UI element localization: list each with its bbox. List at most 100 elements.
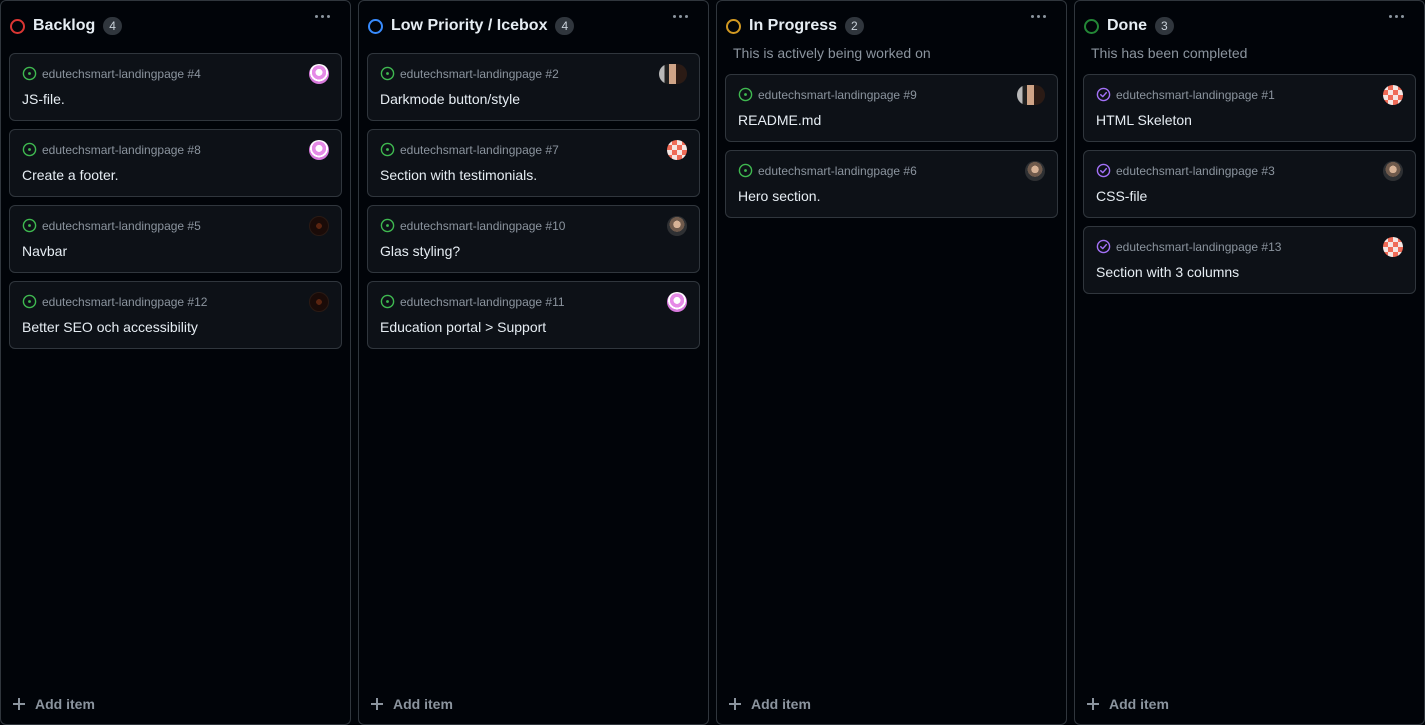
card-title[interactable]: README.md: [738, 112, 821, 128]
issue-card[interactable]: edutechsmart-landingpage #11 Education po…: [367, 281, 700, 349]
issue-card[interactable]: edutechsmart-landingpage #9 README.md: [725, 74, 1058, 142]
card-meta: edutechsmart-landingpage #5: [22, 218, 201, 233]
issue-card[interactable]: edutechsmart-landingpage #8 Create a foot…: [9, 129, 342, 197]
column-menu-icon[interactable]: [310, 9, 334, 23]
card-title[interactable]: Navbar: [22, 243, 67, 259]
issue-open-icon: [22, 294, 37, 309]
column-description: This is actively being worked on: [733, 45, 931, 61]
assignee-avatar[interactable]: [309, 216, 329, 236]
card-title[interactable]: Education portal > Support: [380, 319, 546, 335]
issue-card[interactable]: edutechsmart-landingpage #2 Darkmode butt…: [367, 53, 700, 121]
issue-card[interactable]: edutechsmart-landingpage #7 Section with …: [367, 129, 700, 197]
card-title[interactable]: Glas styling?: [380, 243, 460, 259]
status-icon: [10, 18, 25, 34]
assignee-avatar[interactable]: [1017, 85, 1045, 105]
issue-card[interactable]: edutechsmart-landingpage #6 Hero section.: [725, 150, 1058, 218]
card-repo-link[interactable]: edutechsmart-landingpage #6: [758, 164, 917, 178]
card-repo-link[interactable]: edutechsmart-landingpage #12: [42, 295, 207, 309]
item-count-badge: 2: [845, 17, 864, 35]
card-repo-link[interactable]: edutechsmart-landingpage #7: [400, 143, 559, 157]
card-title[interactable]: JS-file.: [22, 91, 65, 107]
card-repo-link[interactable]: edutechsmart-landingpage #8: [42, 143, 201, 157]
card-meta: edutechsmart-landingpage #1: [1096, 87, 1275, 102]
assignee-avatar[interactable]: [309, 140, 329, 160]
plus-icon: [1087, 698, 1099, 710]
card-repo-link[interactable]: edutechsmart-landingpage #1: [1116, 88, 1275, 102]
card-meta: edutechsmart-landingpage #12: [22, 294, 207, 309]
status-icon: [368, 18, 383, 34]
column-title: Done: [1107, 17, 1147, 34]
issue-card[interactable]: edutechsmart-landingpage #10 Glas styling…: [367, 205, 700, 273]
card-list: edutechsmart-landingpage #4 JS-file. edute…: [9, 53, 342, 357]
card-repo-link[interactable]: edutechsmart-landingpage #4: [42, 67, 201, 81]
assignee-avatar[interactable]: [1383, 85, 1403, 105]
plus-icon: [371, 698, 383, 710]
card-title[interactable]: Section with 3 columns: [1096, 264, 1239, 280]
issue-open-icon: [380, 294, 395, 309]
issue-open-icon: [380, 66, 395, 81]
card-repo-link[interactable]: edutechsmart-landingpage #3: [1116, 164, 1275, 178]
column-header: Done 3: [1083, 15, 1416, 37]
assignee-avatar[interactable]: [1025, 161, 1045, 181]
issue-card[interactable]: edutechsmart-landingpage #3 CSS-file: [1083, 150, 1416, 218]
assignee-avatar[interactable]: [667, 216, 687, 236]
card-list: edutechsmart-landingpage #2 Darkmode butt…: [367, 53, 700, 357]
column-title: In Progress: [749, 17, 838, 34]
issue-open-icon: [380, 142, 395, 157]
column-header: In Progress 2: [725, 15, 1058, 37]
card-repo-link[interactable]: edutechsmart-landingpage #11: [400, 295, 565, 309]
issue-closed-icon: [1096, 239, 1111, 254]
item-count-badge: 4: [555, 17, 575, 35]
item-count-badge: 3: [1155, 17, 1174, 35]
project-board: Backlog 4 edutechsmart-landingpage #4 JS-fi…: [0, 0, 1425, 725]
issue-card[interactable]: edutechsmart-landingpage #13 Section with…: [1083, 226, 1416, 294]
card-title[interactable]: Create a footer.: [22, 167, 119, 183]
assignee-avatar[interactable]: [309, 64, 329, 84]
card-meta: edutechsmart-landingpage #3: [1096, 163, 1275, 178]
board-column: In Progress 2 This is actively being worke…: [716, 0, 1067, 725]
assignee-avatar[interactable]: [1383, 161, 1403, 181]
add-item-button[interactable]: Add item: [369, 694, 453, 714]
column-title: Low Priority / Icebox: [391, 17, 548, 34]
card-title[interactable]: Better SEO och accessibility: [22, 319, 198, 335]
add-item-button[interactable]: Add item: [1085, 694, 1169, 714]
issue-open-icon: [22, 142, 37, 157]
assignee-avatar[interactable]: [667, 140, 687, 160]
add-item-label: Add item: [393, 696, 453, 712]
column-menu-icon[interactable]: [1384, 9, 1408, 23]
card-meta: edutechsmart-landingpage #13: [1096, 239, 1281, 254]
issue-open-icon: [738, 163, 753, 178]
issue-card[interactable]: edutechsmart-landingpage #5 Navbar: [9, 205, 342, 273]
issue-card[interactable]: edutechsmart-landingpage #1 HTML Skeleton: [1083, 74, 1416, 142]
card-meta: edutechsmart-landingpage #7: [380, 142, 559, 157]
add-item-button[interactable]: Add item: [727, 694, 811, 714]
issue-closed-icon: [1096, 87, 1111, 102]
plus-icon: [13, 698, 25, 710]
card-title[interactable]: Section with testimonials.: [380, 167, 537, 183]
issue-closed-icon: [1096, 163, 1111, 178]
card-meta: edutechsmart-landingpage #11: [380, 294, 565, 309]
column-menu-icon[interactable]: [1026, 9, 1050, 23]
card-title[interactable]: Darkmode button/style: [380, 91, 520, 107]
issue-card[interactable]: edutechsmart-landingpage #4 JS-file.: [9, 53, 342, 121]
card-meta: edutechsmart-landingpage #2: [380, 66, 559, 81]
assignee-avatar[interactable]: [1383, 237, 1403, 257]
issue-open-icon: [380, 218, 395, 233]
card-repo-link[interactable]: edutechsmart-landingpage #2: [400, 67, 559, 81]
card-repo-link[interactable]: edutechsmart-landingpage #13: [1116, 240, 1281, 254]
assignee-avatar[interactable]: [309, 292, 329, 312]
assignee-avatar[interactable]: [667, 292, 687, 312]
card-repo-link[interactable]: edutechsmart-landingpage #5: [42, 219, 201, 233]
issue-card[interactable]: edutechsmart-landingpage #12 Better SEO o…: [9, 281, 342, 349]
card-repo-link[interactable]: edutechsmart-landingpage #9: [758, 88, 917, 102]
add-item-button[interactable]: Add item: [11, 694, 95, 714]
assignee-avatar[interactable]: [659, 64, 687, 84]
add-item-label: Add item: [751, 696, 811, 712]
card-title[interactable]: Hero section.: [738, 188, 820, 204]
column-menu-icon[interactable]: [668, 9, 692, 23]
card-title[interactable]: CSS-file: [1096, 188, 1147, 204]
card-title[interactable]: HTML Skeleton: [1096, 112, 1192, 128]
column-header: Backlog 4: [9, 15, 342, 37]
card-repo-link[interactable]: edutechsmart-landingpage #10: [400, 219, 565, 233]
column-header: Low Priority / Icebox 4: [367, 15, 700, 37]
